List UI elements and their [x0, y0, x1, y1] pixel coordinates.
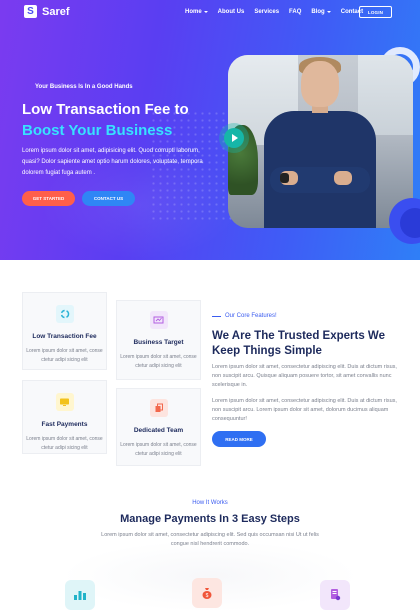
svg-text:$: $	[206, 593, 209, 599]
hero-section: S Saref Home About Us Services FAQ Blog …	[0, 0, 420, 260]
card-title: Dedicated Team	[133, 427, 184, 434]
section-text: Lorem ipsum dolor sit amet, consectetur …	[101, 532, 319, 547]
card-text: Lorem ipsum dolor sit amet, conse ctetur…	[120, 442, 197, 457]
chevron-down-icon	[203, 11, 208, 13]
section-title: Manage Payments In 3 Easy Steps	[120, 513, 300, 525]
money-bag-icon: $	[192, 578, 222, 608]
card-title: Low Transaction Fee	[32, 333, 97, 340]
logo-mark-icon: S	[24, 5, 37, 18]
section-title: We Are The Trusted Experts We Keep Thing…	[212, 330, 385, 357]
card-title: Fast Payments	[41, 421, 88, 428]
monitor-icon	[55, 393, 74, 411]
logo-text: Saref	[42, 5, 70, 18]
spinner-icon	[55, 305, 74, 323]
read-more-button[interactable]: READ MORE	[212, 431, 266, 447]
nav-item-about[interactable]: About Us	[218, 9, 245, 15]
login-button[interactable]: LOGIN	[359, 6, 392, 18]
card-title: Business Target	[133, 339, 184, 346]
get-started-button[interactable]: GET STARTED	[22, 191, 75, 206]
play-icon	[232, 134, 238, 142]
feature-card: Fast Payments Lorem ipsum dolor sit amet…	[22, 380, 107, 454]
hero-description: Lorem ipsum dolor sit amet, adipisicing …	[22, 148, 203, 176]
section-paragraph: Lorem ipsum dolor sit amet, consectetur …	[212, 398, 397, 422]
target-icon	[149, 311, 168, 329]
hero-title-highlight: Boost Your Business	[22, 122, 173, 139]
hero-eyebrow: Your Business Is In a Good Hands	[35, 84, 133, 90]
feature-card: Dedicated Team Lorem ipsum dolor sit ame…	[116, 388, 201, 466]
nav-item-services[interactable]: Services	[254, 9, 279, 15]
label-line	[212, 316, 221, 317]
section-label: Our Core Features!	[225, 313, 277, 319]
nav-item-home[interactable]: Home	[185, 9, 208, 15]
card-text: Lorem ipsum dolor sit amet, conse ctetur…	[26, 348, 103, 363]
nav-item-blog[interactable]: Blog	[311, 9, 331, 15]
chevron-down-icon	[326, 11, 331, 13]
feature-card: Low Transaction Fee Lorem ipsum dolor si…	[22, 292, 107, 370]
section-label: How It Works	[192, 500, 228, 506]
main-nav: Home About Us Services FAQ Blog Contact	[185, 9, 363, 15]
section-paragraph: Lorem ipsum dolor sit amet, consectetur …	[212, 364, 397, 388]
hero-title: Low Transaction Fee to	[22, 101, 189, 118]
hero-image	[228, 55, 413, 228]
nav-item-faq[interactable]: FAQ	[289, 9, 301, 15]
contact-us-button[interactable]: CONTACT US	[82, 191, 135, 206]
document-icon	[320, 580, 350, 610]
card-text: Lorem ipsum dolor sit amet, conse ctetur…	[120, 354, 197, 369]
bar-chart-icon	[65, 580, 95, 610]
logo[interactable]: S Saref	[24, 5, 70, 18]
card-text: Lorem ipsum dolor sit amet, conse ctetur…	[26, 436, 103, 451]
copy-icon	[149, 399, 168, 417]
feature-card: Business Target Lorem ipsum dolor sit am…	[116, 300, 201, 380]
play-video-button[interactable]	[224, 128, 244, 148]
